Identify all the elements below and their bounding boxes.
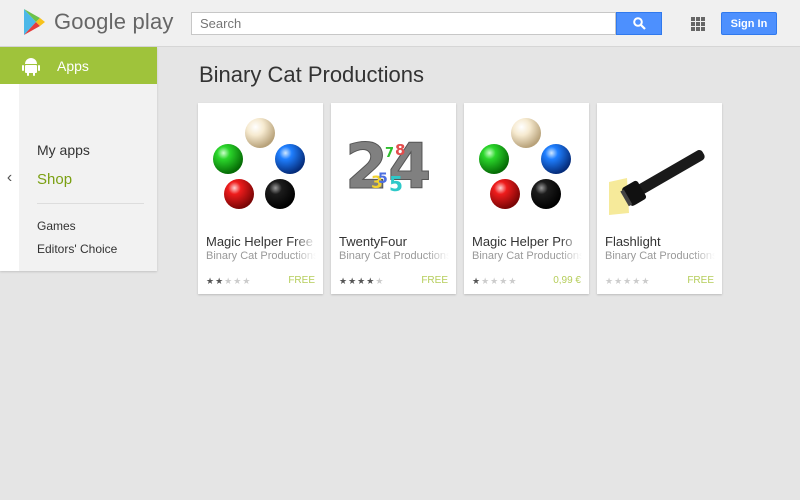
app-title[interactable]: Flashlight (605, 234, 715, 249)
star-icon: ★ (215, 276, 224, 286)
price-label[interactable]: FREE (288, 275, 315, 286)
app-title[interactable]: Magic Helper Pro (472, 234, 582, 249)
sign-in-button[interactable]: Sign In (721, 12, 777, 35)
play-logo-icon (24, 9, 45, 35)
star-icon: ★ (614, 276, 623, 286)
sidebar-item-editors-choice[interactable]: Editors' Choice (37, 242, 117, 256)
star-icon: ★ (357, 276, 366, 286)
price-label[interactable]: FREE (687, 275, 714, 286)
star-icon: ★ (242, 276, 251, 286)
svg-text:8: 8 (395, 141, 405, 159)
search-input[interactable] (191, 12, 616, 35)
flashlight-icon (609, 150, 705, 215)
page-title: Binary Cat Productions (199, 62, 424, 87)
star-icon: ★ (641, 276, 650, 286)
app-title[interactable]: TwentyFour (339, 234, 449, 249)
search-button[interactable] (616, 12, 662, 35)
star-rating: ★ ★ ★ ★ ★ (206, 276, 250, 286)
star-icon: ★ (224, 276, 233, 286)
app-developer[interactable]: Binary Cat Productions (339, 250, 449, 262)
sidebar-item-shop[interactable]: Shop (37, 171, 72, 188)
google-play-logo[interactable]: Google play (22, 7, 174, 37)
sidebar-item-my-apps[interactable]: My apps (37, 142, 90, 158)
star-icon: ★ (233, 276, 242, 286)
sidebar-apps-label: Apps (57, 57, 89, 74)
android-icon (22, 57, 40, 76)
svg-text:7: 7 (385, 146, 394, 161)
sidebar: Apps ‹ My apps Shop Games Editors' Choic… (0, 47, 157, 271)
star-icon: ★ (481, 276, 490, 286)
app-card-magic-helper-pro[interactable]: Magic Helper Pro Binary Cat Productions … (464, 103, 589, 294)
app-developer[interactable]: Binary Cat Productions (206, 250, 316, 262)
star-icon: ★ (508, 276, 517, 286)
star-icon: ★ (472, 276, 481, 286)
star-icon: ★ (605, 276, 614, 286)
star-icon: ★ (375, 276, 384, 286)
app-developer[interactable]: Binary Cat Productions (605, 250, 715, 262)
sidebar-apps-header[interactable]: Apps (0, 47, 157, 84)
star-icon: ★ (499, 276, 508, 286)
app-card-flashlight[interactable]: Flashlight Binary Cat Productions ★ ★ ★ ★ ★ … (597, 103, 722, 294)
svg-text:5: 5 (389, 172, 403, 196)
logo-text: Google play (54, 9, 174, 34)
star-rating: ★ ★ ★ ★ ★ (472, 276, 516, 286)
star-icon: ★ (348, 276, 357, 286)
magic-balls-icon (213, 118, 305, 209)
star-icon: ★ (366, 276, 375, 286)
star-icon: ★ (623, 276, 632, 286)
app-developer[interactable]: Binary Cat Productions (472, 250, 582, 262)
star-icon: ★ (632, 276, 641, 286)
app-card-magic-helper-free[interactable]: Magic Helper Free Binary Cat Productions… (198, 103, 323, 294)
magic-balls-icon (479, 118, 571, 209)
star-rating: ★ ★ ★ ★ ★ (339, 276, 383, 286)
search-icon (632, 17, 646, 30)
app-title[interactable]: Magic Helper Free (206, 234, 316, 249)
star-icon: ★ (339, 276, 348, 286)
star-icon: ★ (206, 276, 215, 286)
star-icon: ★ (490, 276, 499, 286)
top-bar: Google play Sign In (0, 0, 800, 47)
sidebar-collapse-button[interactable]: ‹ (0, 84, 19, 271)
apps-grid-icon[interactable] (691, 17, 705, 31)
app-card-twentyfour[interactable]: 24 8 7 3 5 5 TwentyFour Binary Cat Produ… (331, 103, 456, 294)
price-label[interactable]: 0,99 € (553, 275, 581, 286)
star-rating: ★ ★ ★ ★ ★ (605, 276, 649, 286)
price-label[interactable]: FREE (421, 275, 448, 286)
sidebar-item-games[interactable]: Games (37, 219, 76, 233)
chevron-left-icon: ‹ (6, 168, 13, 186)
svg-text:5: 5 (378, 171, 388, 187)
twentyfour-icon: 24 8 7 3 5 5 (345, 130, 432, 204)
sidebar-divider (37, 203, 144, 204)
